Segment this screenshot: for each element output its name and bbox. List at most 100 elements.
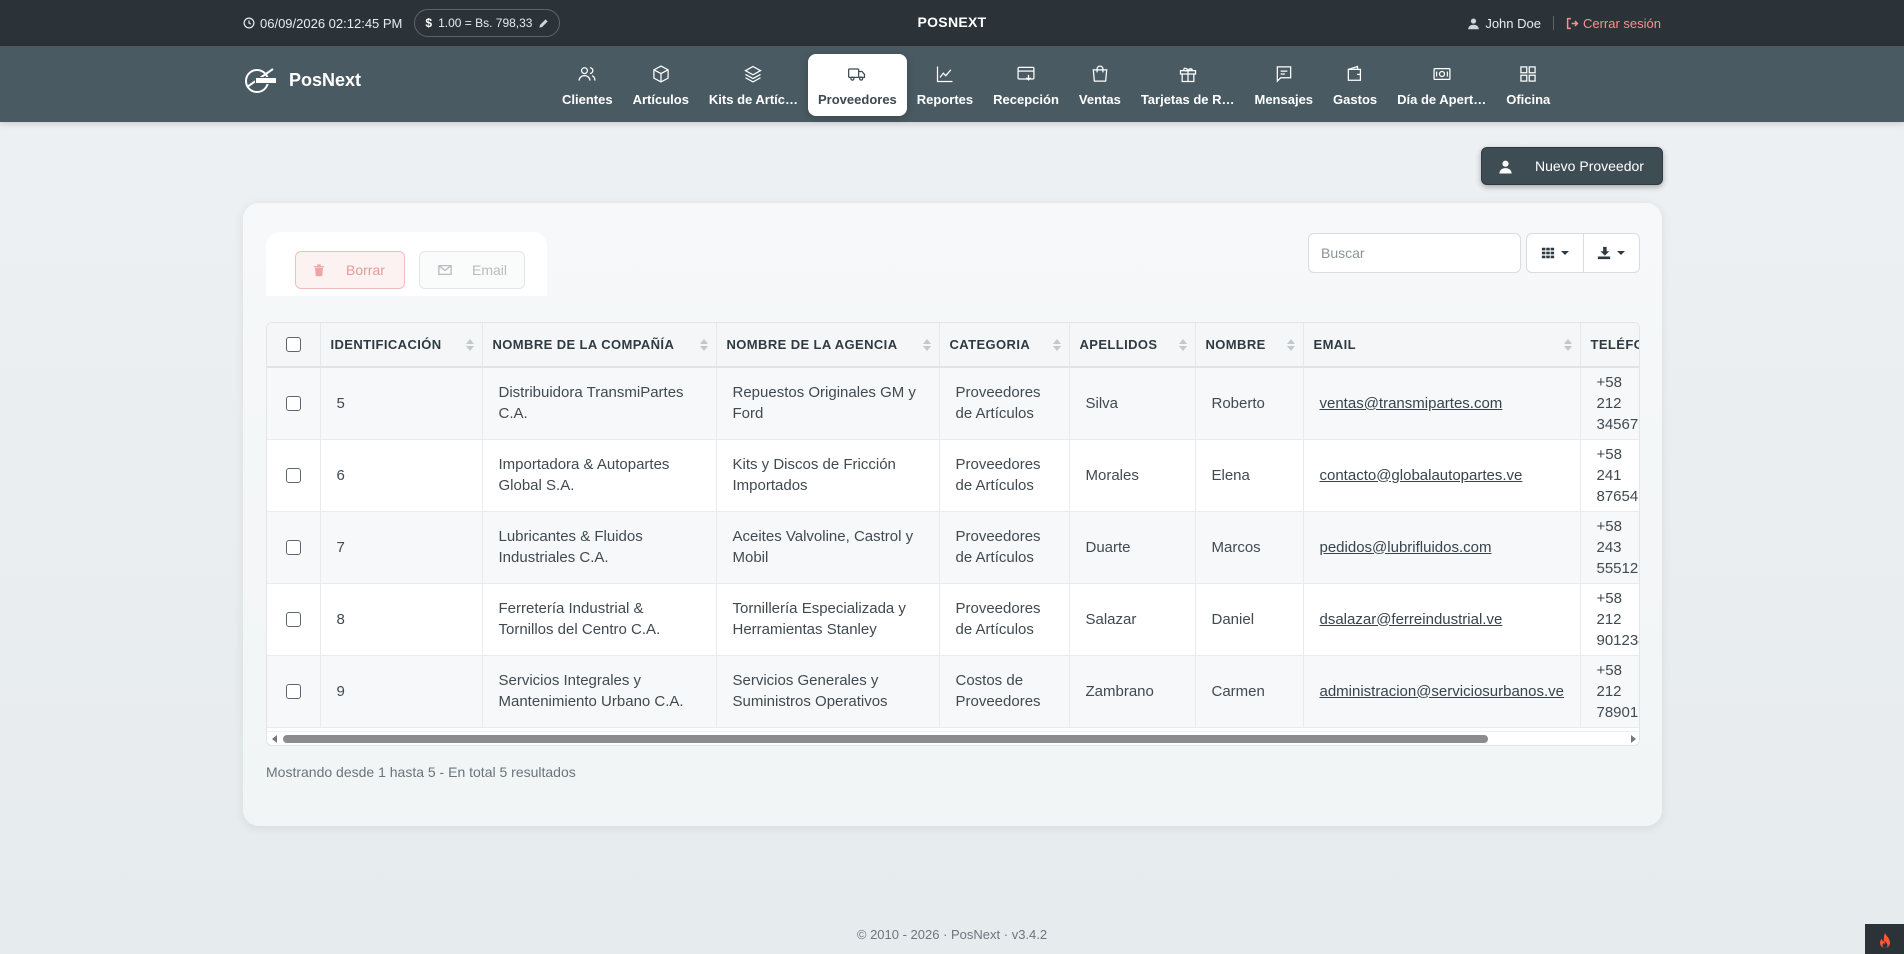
nav-item-articulos[interactable]: Artículos [623, 54, 699, 116]
pagination-summary: Mostrando desde 1 hasta 5 - En total 5 r… [266, 764, 576, 780]
datetime-display: 06/09/2026 02:12:45 PM [243, 16, 402, 31]
exchange-rate-badge[interactable]: $ 1.00 = Bs. 798,33 [414, 9, 561, 37]
cell-company: Distribuidora TransmiPartes C.A. [482, 367, 717, 440]
search-input[interactable] [1308, 233, 1521, 273]
nav-label: Ventas [1078, 91, 1121, 107]
email-link[interactable]: pedidos@lubrifluidos.com [1320, 539, 1492, 556]
column-header-email[interactable]: EMAIL [1303, 323, 1581, 368]
scroll-right-arrow-icon[interactable] [1631, 735, 1636, 743]
cell-first-name: Daniel [1195, 583, 1304, 656]
column-header-id[interactable]: IDENTIFICACIÓN [320, 323, 483, 368]
cell-last-name: Silva [1069, 367, 1196, 440]
cell-email: administracion@serviciosurbanos.ve [1303, 655, 1581, 728]
sort-icon [1178, 339, 1187, 353]
nav-item-reportes[interactable]: Reportes [907, 54, 983, 116]
cell-id: 6 [320, 439, 483, 512]
sort-icon [1563, 339, 1572, 353]
column-label: CATEGORIA [949, 337, 1031, 352]
horizontal-scrollbar[interactable] [267, 731, 1639, 745]
row-select-cell [267, 655, 321, 728]
nav-label: Kits de Artíc… [708, 91, 799, 107]
column-header-first-name[interactable]: NOMBRE [1195, 323, 1304, 368]
nav-label: Proveedores [818, 91, 897, 107]
cell-email: ventas@transmipartes.com [1303, 367, 1581, 440]
debug-toolbar-toggle[interactable] [1865, 924, 1904, 954]
scrollbar-thumb[interactable] [283, 735, 1488, 743]
user-menu[interactable]: John Doe [1467, 16, 1541, 31]
brand-name: PosNext [289, 69, 362, 90]
nav-item-recepcion[interactable]: Recepción [983, 54, 1069, 116]
cell-agency: Repuestos Originales GM y Ford [716, 367, 940, 440]
cell-last-name: Morales [1069, 439, 1196, 512]
email-link[interactable]: contacto@globalautopartes.ve [1320, 467, 1523, 484]
row-checkbox[interactable] [285, 395, 301, 411]
table-header: IDENTIFICACIÓN NOMBRE DE LA COMPAÑÍA NOM… [267, 323, 1639, 368]
sort-icon [1052, 339, 1061, 353]
message-icon [1276, 65, 1292, 83]
sort-icon [465, 339, 474, 353]
cell-company: Importadora & Autopartes Global S.A. [482, 439, 717, 512]
scroll-left-arrow-icon[interactable] [272, 735, 277, 743]
nav-item-tarjetas[interactable]: Tarjetas de R… [1131, 54, 1245, 116]
cell-phone: +58 212 345678 [1580, 367, 1639, 440]
nav-item-ventas[interactable]: Ventas [1069, 54, 1131, 116]
select-all-checkbox[interactable] [285, 337, 301, 352]
users-icon [578, 66, 596, 81]
nav-item-clientes[interactable]: Clientes [552, 54, 623, 116]
wallet-icon [1347, 65, 1362, 81]
new-supplier-button[interactable]: Nuevo Proveedor [1481, 147, 1663, 185]
column-header-last-name[interactable]: APELLIDOS [1069, 323, 1196, 368]
nav-item-oficina[interactable]: Oficina [1496, 54, 1560, 116]
nav-item-kits[interactable]: Kits de Artíc… [699, 54, 808, 116]
row-checkbox[interactable] [285, 467, 301, 483]
cell-id: 5 [320, 367, 483, 440]
nav-label: Clientes [562, 91, 613, 107]
column-label: NOMBRE DE LA AGENCIA [726, 337, 898, 352]
cell-email: dsalazar@ferreindustrial.ve [1303, 583, 1581, 656]
row-checkbox[interactable] [285, 539, 301, 555]
nav-label: Tarjetas de R… [1140, 91, 1235, 107]
cell-agency: Servicios Generales y Suministros Operat… [716, 655, 940, 728]
delete-button[interactable]: Borrar [295, 251, 405, 289]
cell-category: Proveedores de Artículos [939, 511, 1070, 584]
brand-logo[interactable]: PosNext [243, 65, 361, 95]
row-select-cell [267, 511, 321, 584]
row-checkbox[interactable] [285, 611, 301, 627]
column-header-phone[interactable]: TELÉFO [1580, 323, 1639, 368]
logout-link[interactable]: Cerrar sesión [1566, 16, 1661, 31]
clock-icon [243, 17, 255, 29]
cell-first-name: Marcos [1195, 511, 1304, 584]
email-button[interactable]: Email [419, 251, 525, 289]
email-link[interactable]: administracion@serviciosurbanos.ve [1320, 683, 1565, 700]
suppliers-table: IDENTIFICACIÓN NOMBRE DE LA COMPAÑÍA NOM… [266, 322, 1640, 746]
column-header-category[interactable]: CATEGORIA [939, 323, 1070, 368]
nav-item-proveedores[interactable]: Proveedores [808, 54, 907, 116]
email-link[interactable]: dsalazar@ferreindustrial.ve [1320, 611, 1503, 628]
nav-item-gastos[interactable]: Gastos [1323, 54, 1387, 116]
email-link[interactable]: ventas@transmipartes.com [1320, 395, 1503, 412]
columns-toggle-button[interactable] [1527, 234, 1583, 272]
column-label: EMAIL [1313, 337, 1356, 352]
logout-label: Cerrar sesión [1582, 15, 1661, 31]
column-header-agency[interactable]: NOMBRE DE LA AGENCIA [716, 323, 940, 368]
nav-item-mensajes[interactable]: Mensajes [1245, 54, 1324, 116]
column-header-company[interactable]: NOMBRE DE LA COMPAÑÍA [482, 323, 717, 368]
export-button[interactable] [1582, 234, 1640, 272]
chart-icon [936, 66, 953, 82]
nav-item-dia-apertura[interactable]: Día de Apert… [1387, 54, 1496, 116]
table-row: 7 Lubricantes & Fluidos Industriales C.A… [267, 511, 1639, 584]
cash-icon [1433, 67, 1451, 80]
cell-agency: Aceites Valvoline, Castrol y Mobil [716, 511, 940, 584]
row-checkbox[interactable] [285, 683, 301, 699]
pencil-icon[interactable] [538, 18, 549, 29]
column-label: NOMBRE DE LA COMPAÑÍA [492, 337, 675, 352]
cell-id: 8 [320, 583, 483, 656]
row-select-cell [267, 367, 321, 440]
grid-icon [1541, 247, 1554, 259]
chevron-down-icon [1617, 251, 1626, 255]
cell-category: Costos de Proveedores [939, 655, 1070, 728]
cell-email: contacto@globalautopartes.ve [1303, 439, 1581, 512]
receive-icon [1017, 66, 1035, 81]
download-icon [1598, 246, 1611, 260]
cell-phone: +58 212 901234 [1580, 583, 1639, 656]
